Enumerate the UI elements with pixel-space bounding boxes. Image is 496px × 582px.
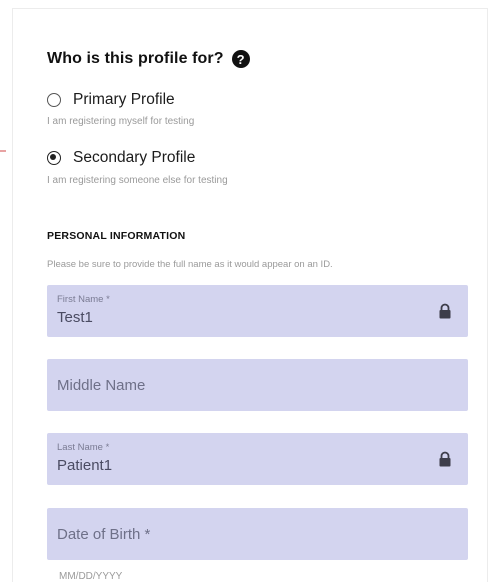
page: Who is this profile for? ? Primary Profi… <box>0 0 496 582</box>
radio-unchecked-icon[interactable] <box>47 93 61 107</box>
date-of-birth-field[interactable]: Date of Birth * <box>47 508 468 560</box>
primary-profile-description: I am registering myself for testing <box>47 116 195 127</box>
secondary-profile-label[interactable]: Secondary Profile <box>73 149 195 167</box>
personal-information-heading: PERSONAL INFORMATION <box>47 230 186 242</box>
secondary-profile-description: I am registering someone else for testin… <box>47 175 228 186</box>
middle-name-field[interactable]: Middle Name <box>47 359 468 411</box>
primary-profile-radio[interactable]: Primary Profile <box>47 91 175 109</box>
primary-profile-label[interactable]: Primary Profile <box>73 91 175 109</box>
first-name-value[interactable]: Test1 <box>57 309 93 326</box>
radio-checked-icon[interactable] <box>47 151 61 165</box>
middle-name-placeholder: Middle Name <box>57 377 146 394</box>
date-of-birth-format-hint: MM/DD/YYYY <box>59 571 123 582</box>
first-name-field[interactable]: First Name * Test1 <box>47 285 468 337</box>
first-name-label: First Name * <box>57 294 110 305</box>
side-marker <box>0 150 6 152</box>
lock-icon <box>439 451 451 467</box>
profile-question: Who is this profile for? ? <box>47 50 250 68</box>
lock-icon <box>439 303 451 319</box>
last-name-label: Last Name * <box>57 442 110 453</box>
personal-information-note: Please be sure to provide the full name … <box>47 259 333 270</box>
last-name-value[interactable]: Patient1 <box>57 457 112 474</box>
date-of-birth-placeholder: Date of Birth * <box>57 526 151 543</box>
profile-question-text: Who is this profile for? <box>47 50 224 67</box>
last-name-field[interactable]: Last Name * Patient1 <box>47 433 468 485</box>
help-icon[interactable]: ? <box>231 50 250 68</box>
secondary-profile-radio[interactable]: Secondary Profile <box>47 149 195 167</box>
